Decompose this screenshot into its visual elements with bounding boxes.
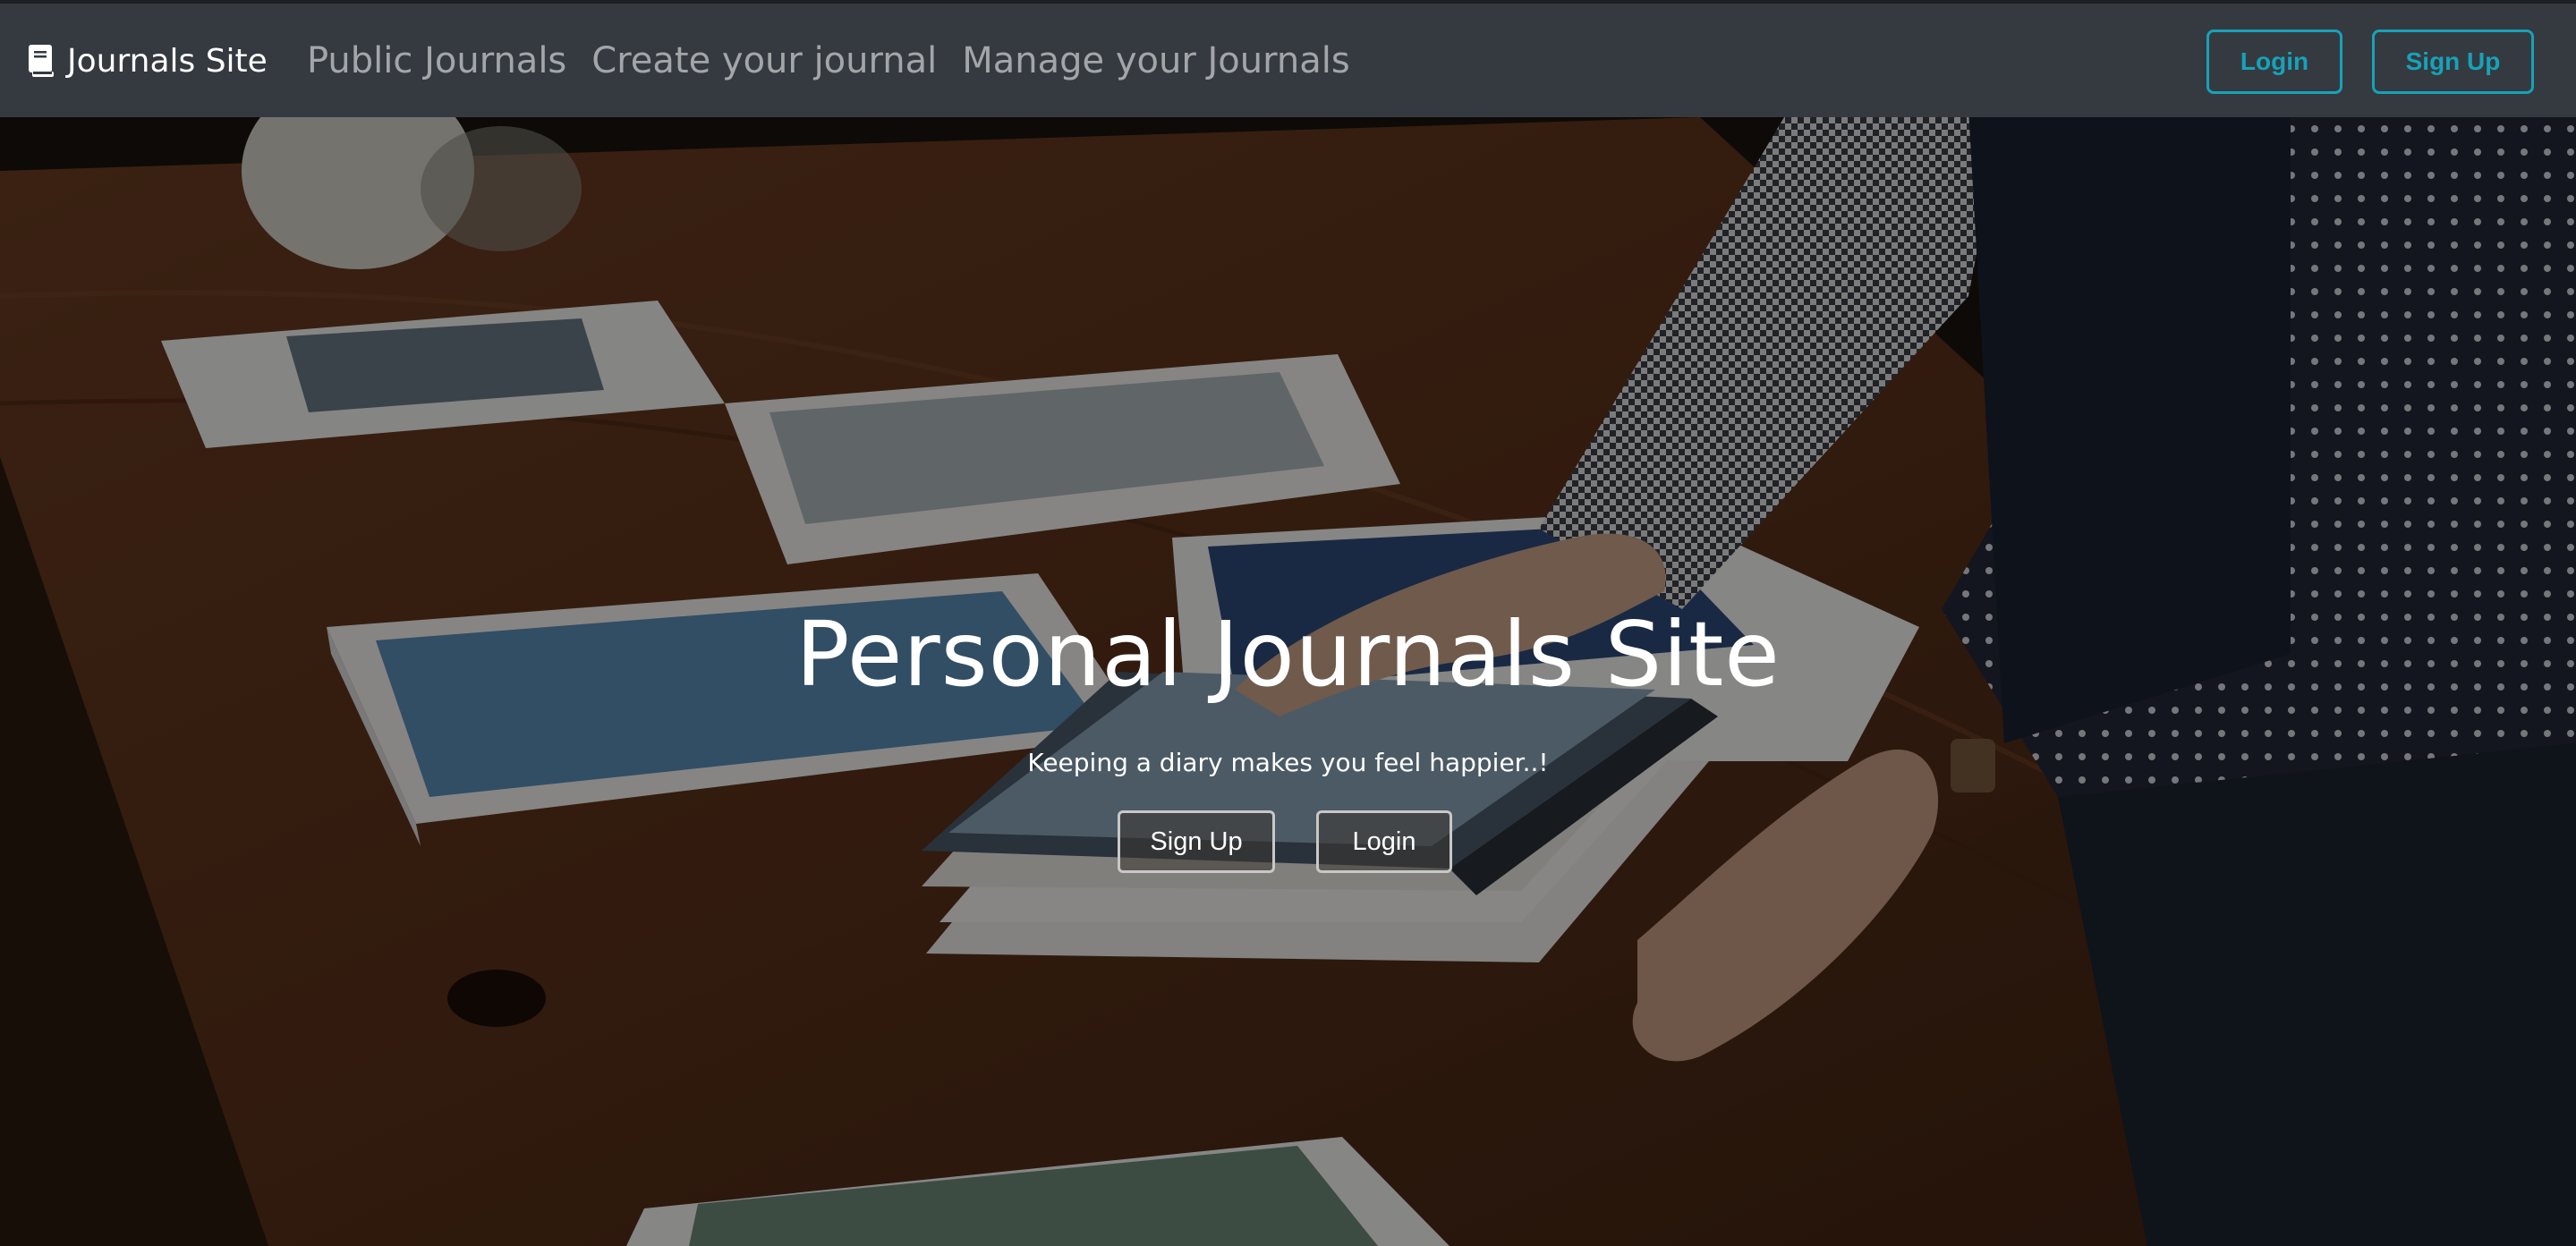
hero-signup-button[interactable]: Sign Up: [1118, 810, 1275, 873]
navbar-signup-button[interactable]: Sign Up: [2372, 30, 2534, 94]
brand-label: Journals Site: [67, 42, 268, 80]
navbar-login-button[interactable]: Login: [2206, 30, 2342, 94]
nav-public-journals[interactable]: Public Journals: [307, 40, 566, 81]
hero-title: Personal Journals Site: [795, 602, 1781, 707]
navbar: Journals Site Public Journals Create you…: [0, 4, 2576, 117]
nav-create-journal[interactable]: Create your journal: [591, 40, 937, 81]
nav-manage-journals[interactable]: Manage your Journals: [962, 40, 1349, 81]
hero-section: Personal Journals Site Keeping a diary m…: [0, 117, 2576, 1246]
nav-links: Public Journals Create your journal Mana…: [307, 36, 1375, 86]
book-icon: [29, 45, 54, 77]
hero-login-button[interactable]: Login: [1316, 810, 1452, 873]
brand-link[interactable]: Journals Site: [28, 36, 268, 86]
hero-subtitle: Keeping a diary makes you feel happier..…: [1027, 748, 1549, 777]
